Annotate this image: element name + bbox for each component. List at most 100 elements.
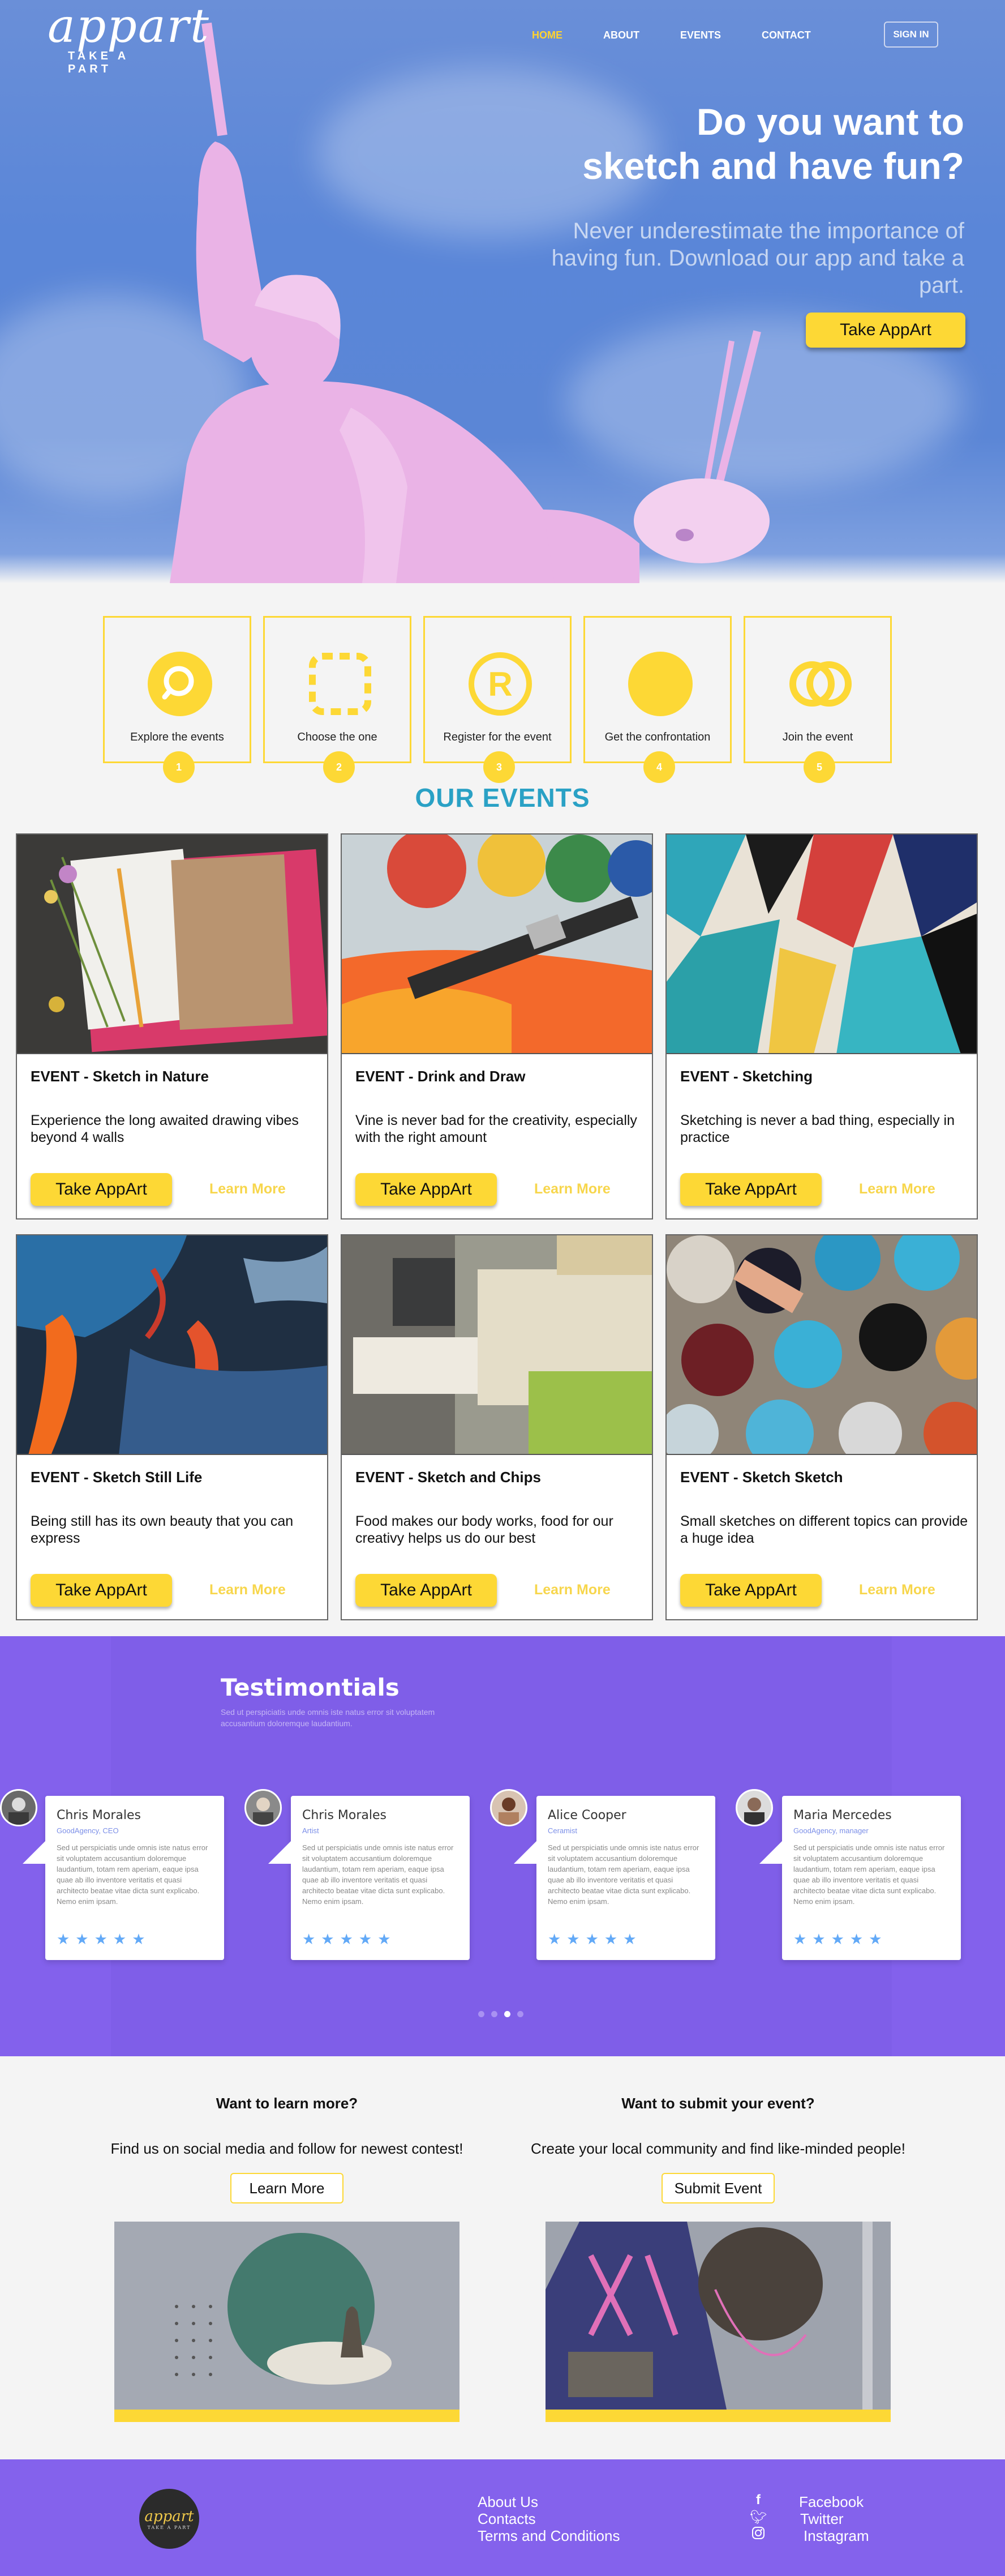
card-pointer (514, 1841, 536, 1864)
event-card: EVENT - Sketch and Chips Food makes our … (341, 1234, 653, 1620)
testimonial-name: Alice Cooper (548, 1808, 626, 1822)
event-learn-more-link[interactable]: Learn More (209, 1181, 286, 1197)
event-card: EVENT - Sketch Sketch Small sketches on … (665, 1234, 978, 1620)
learn-more-button[interactable]: Learn More (230, 2173, 343, 2203)
learn-more-text: Find us on social media and follow for n… (110, 2140, 463, 2157)
footer-social-facebook[interactable]: Facebook (799, 2493, 864, 2511)
hero-take-appart-button[interactable]: Take AppArt (806, 313, 965, 348)
search-icon (148, 652, 212, 716)
avatar (490, 1789, 527, 1826)
footer-social-twitter[interactable]: Twitter (800, 2510, 844, 2528)
dashed-square-icon (309, 653, 371, 715)
testimonial-role: Artist (302, 1826, 319, 1835)
testimonial-name: Chris Morales (57, 1808, 141, 1822)
testimonial-role: GoodAgency, CEO (57, 1826, 119, 1835)
card-pointer (268, 1841, 291, 1864)
event-take-appart-button[interactable]: Take AppArt (355, 1173, 497, 1206)
card-pointer (759, 1841, 782, 1864)
event-take-appart-button[interactable]: Take AppArt (355, 1574, 497, 1607)
brand-logo[interactable]: appart TAKE A PART (48, 3, 209, 76)
step-label: Get the confrontation (604, 731, 711, 743)
star-rating: ★★★★★ (793, 1931, 888, 1948)
event-image-abstract (667, 835, 977, 1054)
rings-icon (789, 661, 852, 707)
hero-title-line2: sketch and have fun? (582, 145, 964, 187)
event-image-paint-strokes (17, 1235, 327, 1455)
event-title: EVENT - Sketch Still Life (31, 1469, 203, 1486)
nav-about[interactable]: ABOUT (603, 29, 639, 41)
event-learn-more-link[interactable]: Learn More (859, 1181, 935, 1197)
testimonial-text: Sed ut perspiciatis unde omnis iste natu… (302, 1843, 454, 1906)
carousel-dot-active[interactable] (504, 2011, 510, 2017)
learn-more-image (114, 2222, 459, 2422)
submit-event-image (546, 2222, 891, 2422)
filled-circle-icon (628, 652, 693, 716)
event-image-paint-cans (667, 1235, 977, 1455)
footer-logo[interactable]: appart TAKE A PART (139, 2489, 199, 2549)
nav-contact[interactable]: CONTACT (762, 29, 811, 41)
event-take-appart-button[interactable]: Take AppArt (31, 1173, 172, 1206)
step-number: 1 (163, 751, 195, 783)
step-number: 3 (483, 751, 515, 783)
event-card: EVENT - Sketching Sketching is never a b… (665, 833, 978, 1219)
step-card: Explore the events 1 (103, 616, 251, 783)
twitter-icon[interactable]: 🐦︎ (750, 2509, 767, 2526)
event-title: EVENT - Drink and Draw (355, 1068, 526, 1085)
testimonials-section: Testimontials Sed ut perspiciatis unde o… (0, 1636, 1005, 2056)
instagram-icon[interactable] (750, 2526, 767, 2544)
submit-event-title: Want to submit your event? (621, 2095, 815, 2112)
event-take-appart-button[interactable]: Take AppArt (31, 1574, 172, 1607)
testimonial-name: Chris Morales (302, 1808, 386, 1822)
event-learn-more-link[interactable]: Learn More (209, 1582, 286, 1598)
event-learn-more-link[interactable]: Learn More (534, 1181, 611, 1197)
carousel-dot[interactable] (517, 2011, 523, 2017)
testimonial-role: Ceramist (548, 1826, 578, 1835)
nav-home[interactable]: HOME (532, 29, 562, 41)
footer-link-terms[interactable]: Terms and Conditions (478, 2527, 620, 2545)
carousel-dot[interactable] (478, 2011, 484, 2017)
submit-event-button[interactable]: Submit Event (662, 2173, 775, 2203)
footer-logo-tagline: TAKE A PART (147, 2524, 191, 2530)
top-navigation: HOME ABOUT EVENTS CONTACT (532, 25, 852, 45)
avatar (244, 1789, 282, 1826)
event-description: Small sketches on different topics can p… (680, 1513, 968, 1546)
event-learn-more-link[interactable]: Learn More (534, 1582, 611, 1598)
footer-logo-word: appart (144, 2507, 194, 2525)
event-description: Vine is never bad for the creativity, es… (355, 1112, 637, 1145)
hero-title: Do you want to sketch and have fun? (455, 100, 964, 188)
step-number: 4 (643, 751, 675, 783)
hero-section: appart TAKE A PART HOME ABOUT EVENTS CON… (0, 0, 1005, 583)
carousel-dot[interactable] (491, 2011, 497, 2017)
footer-social-instagram[interactable]: Instagram (804, 2527, 869, 2545)
step-card: Choose the one 2 (263, 616, 411, 783)
event-description: Experience the long awaited drawing vibe… (31, 1112, 299, 1145)
testimonial-text: Sed ut perspiciatis unde omnis iste natu… (57, 1843, 208, 1906)
avatar (0, 1789, 37, 1826)
sign-in-button[interactable]: SIGN IN (884, 22, 938, 48)
step-label: Join the event (782, 731, 853, 743)
star-rating: ★★★★★ (302, 1931, 397, 1948)
event-take-appart-button[interactable]: Take AppArt (680, 1173, 822, 1206)
event-title: EVENT - Sketch and Chips (355, 1469, 541, 1486)
nav-events[interactable]: EVENTS (680, 29, 721, 41)
footer-link-about[interactable]: About Us (478, 2493, 538, 2511)
testimonial-card: Maria Mercedes GoodAgency, manager Sed u… (759, 1796, 961, 1960)
facebook-icon[interactable]: f (750, 2492, 767, 2508)
avatar (736, 1789, 773, 1826)
step-card: R Register for the event 3 (423, 616, 572, 783)
star-rating: ★★★★★ (57, 1931, 151, 1948)
event-description: Being still has its own beauty that you … (31, 1513, 294, 1546)
event-learn-more-link[interactable]: Learn More (859, 1582, 935, 1598)
testimonial-card: Chris Morales GoodAgency, CEO Sed ut per… (23, 1796, 224, 1960)
step-card: Get the confrontation 4 (583, 616, 732, 783)
step-number: 2 (323, 751, 355, 783)
step-label: Choose the one (297, 731, 377, 743)
event-take-appart-button[interactable]: Take AppArt (680, 1574, 822, 1607)
testimonial-text: Sed ut perspiciatis unde omnis iste natu… (793, 1843, 945, 1906)
footer-link-contacts[interactable]: Contacts (478, 2510, 536, 2528)
step-label: Register for the event (443, 731, 552, 743)
event-image-nature (17, 835, 327, 1054)
event-title: EVENT - Sketching (680, 1068, 813, 1085)
registered-icon: R (469, 652, 532, 716)
testimonials-title: Testimontials (221, 1674, 400, 1701)
